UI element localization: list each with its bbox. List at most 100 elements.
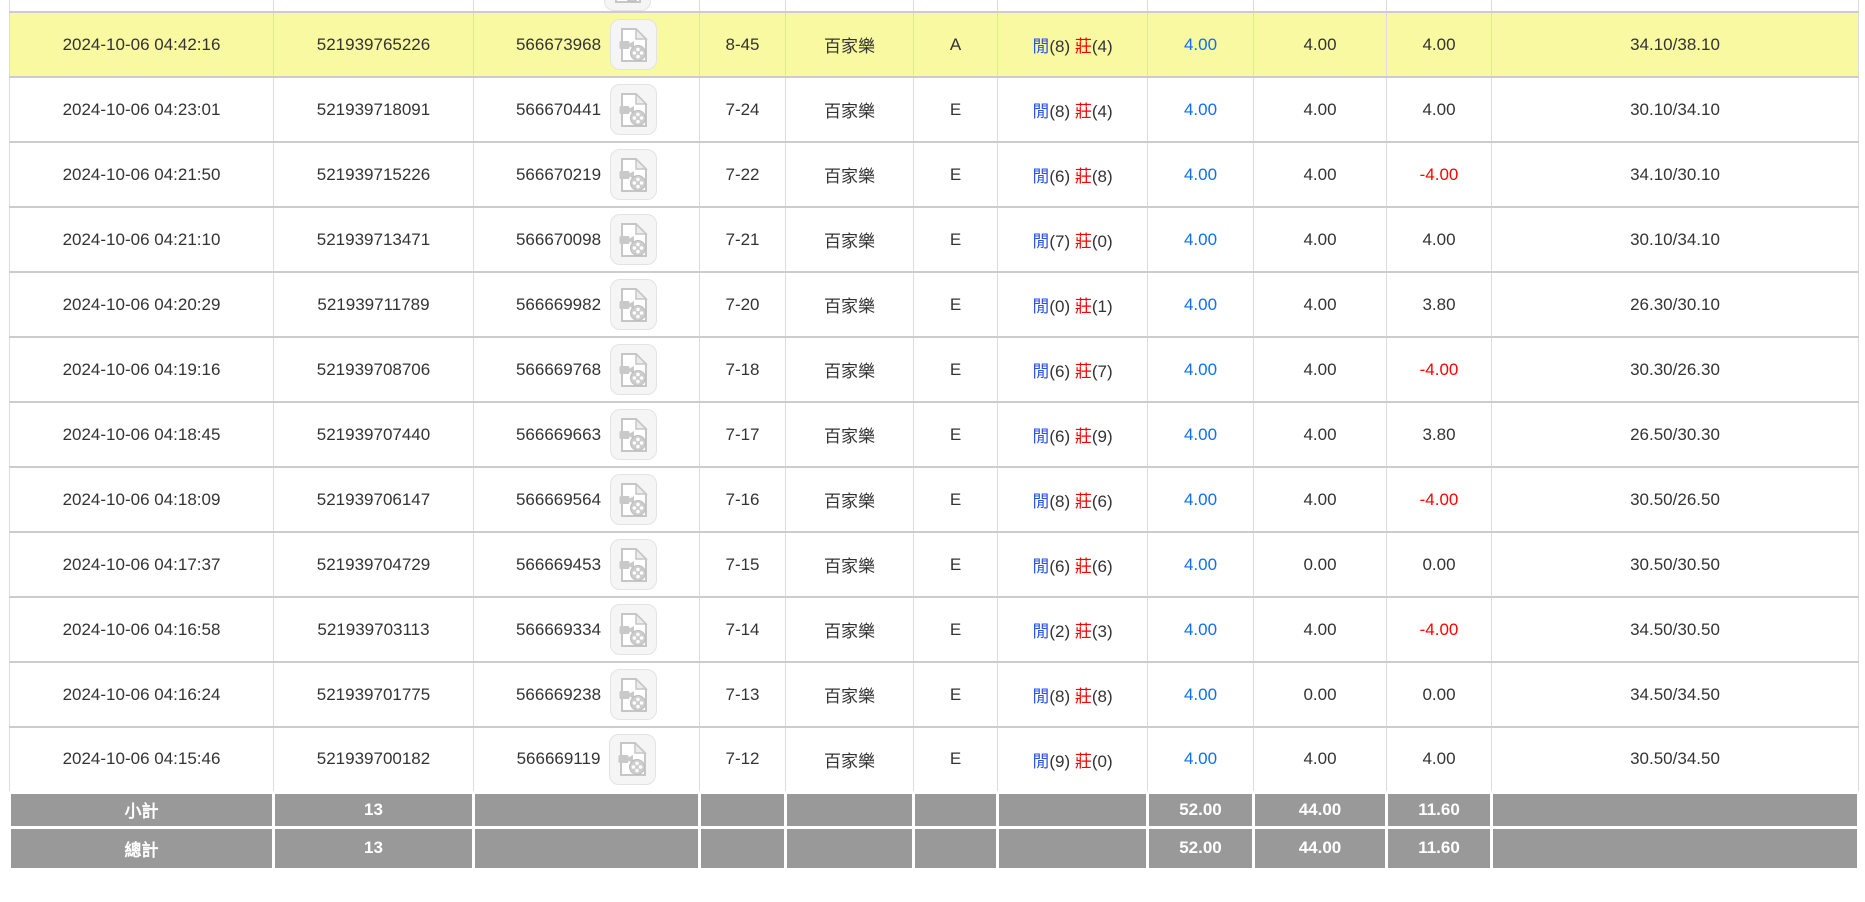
bet-amount-link[interactable]: 4.00 — [1184, 295, 1217, 314]
banker-label: 莊 — [1075, 492, 1092, 511]
cell-balance: 34.50/34.50 — [1492, 662, 1859, 727]
cell-bet-time: 2024-10-06 04:18:45 — [10, 402, 274, 467]
video-file-icon[interactable] — [610, 539, 657, 590]
balance-before-after: 34.50/34.50 — [1630, 685, 1720, 704]
bet-amount-link[interactable]: 4.00 — [1184, 35, 1217, 54]
cell-game-type: 百家樂 — [786, 597, 914, 662]
cell-balance: 30.10/34.10 — [1492, 207, 1859, 272]
video-file-icon[interactable] — [610, 344, 657, 395]
win-loss: -4.00 — [1420, 620, 1459, 639]
cell-bet-amount: 4.00 — [1148, 532, 1254, 597]
shoe-round: 7-20 — [725, 295, 759, 314]
player-points: (6) — [1049, 167, 1070, 186]
cell-bet-time: 2024-10-06 04:19:16 — [10, 337, 274, 402]
banker-label: 莊 — [1075, 752, 1092, 771]
game-type: 百家樂 — [824, 557, 875, 576]
table-letter: E — [950, 360, 961, 379]
cell-game-type: 百家樂 — [786, 207, 914, 272]
balance-before-after: 30.50/30.50 — [1630, 555, 1720, 574]
round-id: 566670219 — [516, 165, 601, 185]
partial-row-top — [10, 0, 1859, 12]
bet-id: 521939713471 — [317, 230, 430, 249]
player-label: 閒 — [1032, 167, 1049, 186]
cell-balance: 30.30/26.30 — [1492, 337, 1859, 402]
table-letter: A — [950, 35, 961, 54]
valid-bet: 0.00 — [1303, 685, 1336, 704]
banker-points: (8) — [1092, 167, 1113, 186]
video-file-icon[interactable] — [610, 214, 657, 265]
video-file-icon[interactable] — [610, 474, 657, 525]
video-file-icon[interactable] — [610, 604, 657, 655]
cell-table-letter: E — [914, 402, 998, 467]
table-row: 2024-10-06 04:18:09 521939706147 5666695… — [10, 467, 1859, 532]
game-type: 百家樂 — [824, 752, 875, 771]
video-file-icon[interactable] — [610, 409, 657, 460]
cell-bet-id: 521939715226 — [274, 142, 474, 207]
game-type: 百家樂 — [824, 232, 875, 251]
bet-amount-link[interactable]: 4.00 — [1184, 555, 1217, 574]
video-file-icon[interactable] — [610, 19, 657, 70]
partial-cell — [914, 0, 998, 12]
balance-before-after: 26.30/30.10 — [1630, 295, 1720, 314]
cell-valid-bet: 4.00 — [1254, 142, 1387, 207]
cell-win-loss: 4.00 — [1387, 207, 1492, 272]
player-label: 閒 — [1032, 622, 1049, 641]
player-label: 閒 — [1032, 427, 1049, 446]
bet-id: 521939703113 — [317, 620, 429, 639]
bet-amount-link[interactable]: 4.00 — [1184, 490, 1217, 509]
bet-amount-link[interactable]: 4.00 — [1184, 230, 1217, 249]
bet-amount-link[interactable]: 4.00 — [1184, 360, 1217, 379]
valid-bet: 0.00 — [1303, 555, 1336, 574]
video-file-icon[interactable] — [604, 0, 651, 11]
table-letter: E — [950, 555, 961, 574]
cell-round-id: 566669334 — [474, 597, 700, 662]
valid-bet: 4.00 — [1303, 100, 1336, 119]
cell-table-letter: A — [914, 12, 998, 77]
game-type: 百家樂 — [824, 427, 875, 446]
video-file-icon[interactable] — [610, 669, 657, 720]
cell-valid-bet: 4.00 — [1254, 12, 1387, 77]
table-letter: E — [950, 100, 961, 119]
bet-amount-link[interactable]: 4.00 — [1184, 165, 1217, 184]
total-empty-cell — [786, 827, 914, 869]
partial-cell — [700, 0, 786, 12]
cell-win-loss: 0.00 — [1387, 662, 1492, 727]
banker-points: (0) — [1092, 752, 1113, 771]
shoe-round: 7-12 — [725, 749, 759, 768]
cell-balance: 30.50/30.50 — [1492, 532, 1859, 597]
cell-shoe-round: 7-12 — [700, 727, 786, 792]
bet-amount-link[interactable]: 4.00 — [1184, 620, 1217, 639]
game-type: 百家樂 — [824, 687, 875, 706]
cell-bet-time: 2024-10-06 04:15:46 — [10, 727, 274, 792]
player-label: 閒 — [1032, 362, 1049, 381]
cell-shoe-round: 7-20 — [700, 272, 786, 337]
game-type: 百家樂 — [824, 102, 875, 121]
bet-amount-link[interactable]: 4.00 — [1184, 100, 1217, 119]
cell-win-loss: -4.00 — [1387, 597, 1492, 662]
cell-win-loss: 3.80 — [1387, 272, 1492, 337]
cell-table-letter: E — [914, 272, 998, 337]
cell-result: 閒(6) 莊(8) — [998, 142, 1148, 207]
subtotal-valid-total: 44.00 — [1254, 792, 1387, 827]
video-file-icon[interactable] — [610, 279, 657, 330]
round-id: 566669564 — [516, 490, 601, 510]
video-file-icon[interactable] — [609, 734, 656, 785]
player-points: (8) — [1049, 37, 1070, 56]
video-file-icon[interactable] — [610, 149, 657, 200]
cell-bet-time: 2024-10-06 04:20:29 — [10, 272, 274, 337]
bet-amount-link[interactable]: 4.00 — [1184, 685, 1217, 704]
shoe-round: 7-21 — [725, 230, 759, 249]
cell-valid-bet: 4.00 — [1254, 337, 1387, 402]
cell-round-id: 566670441 — [474, 77, 700, 142]
game-type: 百家樂 — [824, 37, 875, 56]
cell-balance: 30.10/34.10 — [1492, 77, 1859, 142]
cell-round-id: 566669119 — [474, 727, 700, 792]
video-file-icon[interactable] — [610, 84, 657, 135]
cell-balance: 34.50/30.50 — [1492, 597, 1859, 662]
cell-bet-amount: 4.00 — [1148, 337, 1254, 402]
shoe-round: 7-22 — [725, 165, 759, 184]
bet-amount-link[interactable]: 4.00 — [1184, 425, 1217, 444]
table-letter: E — [950, 425, 961, 444]
player-points: (8) — [1049, 492, 1070, 511]
bet-amount-link[interactable]: 4.00 — [1184, 749, 1217, 768]
